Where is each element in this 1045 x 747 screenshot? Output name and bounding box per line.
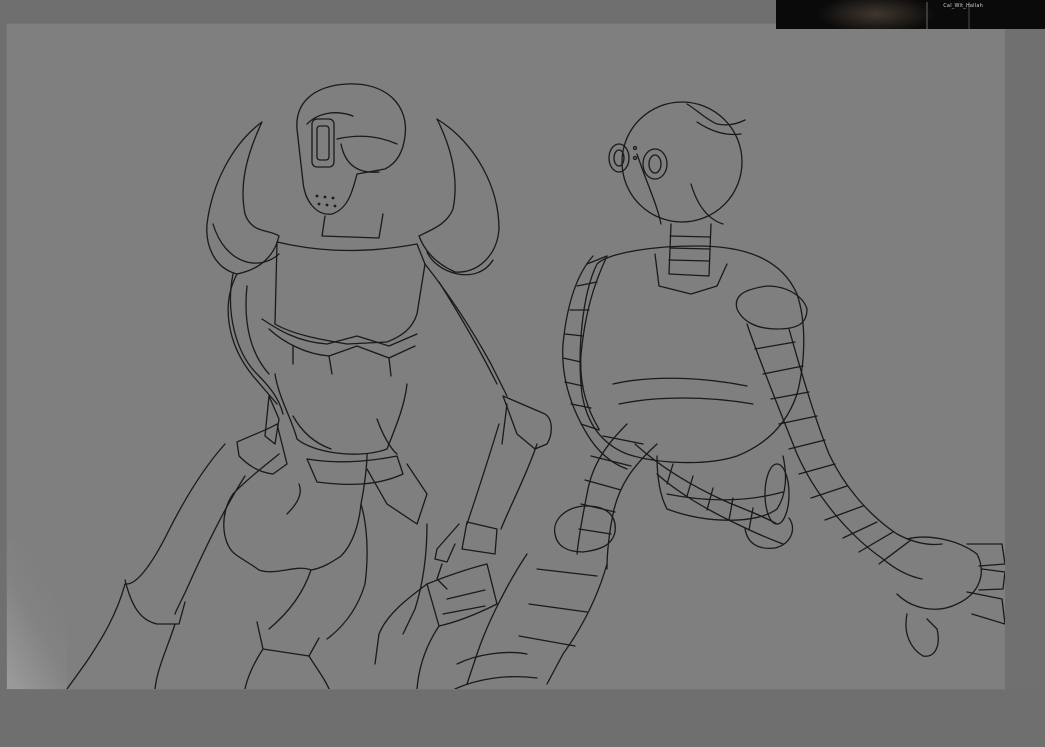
preview-thumbnail-shade — [816, 0, 936, 29]
robot-sketch-lineart — [66, 83, 1005, 689]
drawing-canvas[interactable] — [7, 24, 1005, 689]
left-robot-sketch — [66, 83, 552, 689]
workspace-right-margin — [1005, 24, 1045, 689]
reference-preview-window[interactable]: Cal_Wit_Hallah — [776, 0, 1045, 29]
right-robot-sketch — [374, 101, 1005, 689]
preview-caption: Cal_Wit_Hallah — [943, 3, 983, 9]
